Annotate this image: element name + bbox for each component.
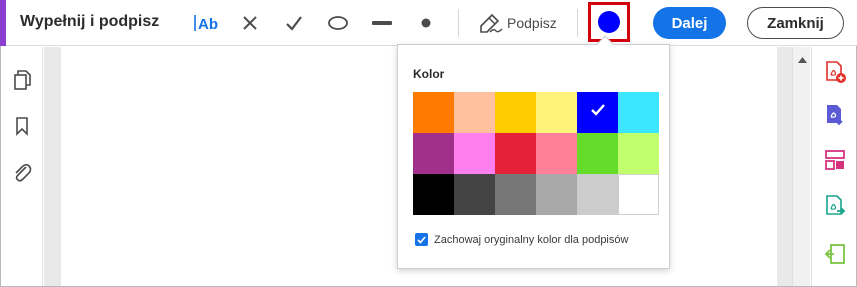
color-swatch[interactable] — [495, 92, 536, 133]
pen-signature-icon — [478, 12, 504, 34]
keep-original-color-label: Zachowaj oryginalny kolor dla podpisów — [434, 233, 629, 246]
toolbar-accent-bar — [0, 0, 6, 46]
sign-button-label: Podpisz — [507, 15, 557, 31]
color-picker-popup: Kolor Zachowaj oryginalny kolor dla podp… — [397, 35, 670, 269]
text-field-icon: Ab — [192, 12, 222, 34]
color-swatch[interactable] — [618, 92, 659, 133]
ellipse-icon — [327, 15, 349, 31]
color-swatch[interactable] — [454, 92, 495, 133]
selected-color-swatch — [598, 11, 620, 33]
organize-pages-icon[interactable] — [822, 147, 848, 173]
fill-sign-toolbar: Wypełnij i podpisz Ab Podpisz Dalej Zamk… — [0, 0, 857, 46]
svg-text:Ab: Ab — [198, 16, 218, 33]
color-swatch[interactable] — [577, 174, 618, 215]
page-thumbnails-icon[interactable] — [11, 69, 33, 91]
toolbar-separator — [458, 9, 459, 37]
dot-tool[interactable] — [414, 8, 438, 38]
vertical-scrollbar[interactable] — [792, 47, 810, 286]
keep-original-color-option[interactable]: Zachowaj oryginalny kolor dla podpisów — [415, 233, 628, 246]
color-swatch-grid — [413, 92, 659, 215]
color-swatch[interactable] — [454, 133, 495, 174]
attachment-icon[interactable] — [11, 161, 33, 183]
toolbar-title: Wypełnij i podpisz — [20, 13, 160, 30]
add-text-tool[interactable]: Ab — [190, 8, 224, 38]
cross-icon — [242, 15, 258, 31]
left-navigation-rail — [1, 47, 43, 286]
color-heading: Kolor — [413, 67, 445, 81]
create-pdf-icon[interactable] — [822, 59, 848, 85]
ellipse-tool[interactable] — [323, 8, 353, 38]
bookmark-icon[interactable] — [11, 115, 33, 137]
right-tools-rail — [811, 47, 856, 286]
line-tool[interactable] — [367, 8, 397, 38]
selected-check-icon — [590, 103, 606, 122]
export-pdf-icon[interactable] — [822, 102, 848, 128]
toolbar-separator — [577, 9, 578, 37]
send-for-review-icon[interactable] — [822, 193, 848, 219]
color-swatch[interactable] — [618, 133, 659, 174]
scroll-up-arrow-icon[interactable] — [793, 53, 811, 67]
next-button[interactable]: Dalej — [653, 7, 726, 39]
line-icon — [371, 18, 393, 28]
checkmark-icon — [285, 15, 303, 31]
checkmark-tool[interactable] — [280, 8, 308, 38]
color-swatch[interactable] — [536, 133, 577, 174]
color-swatch[interactable] — [536, 174, 577, 215]
cross-mark-tool[interactable] — [237, 8, 263, 38]
color-swatch[interactable] — [454, 174, 495, 215]
sign-button[interactable]: Podpisz — [478, 8, 558, 38]
keep-original-color-checkbox[interactable] — [415, 233, 428, 246]
color-swatch[interactable] — [577, 92, 618, 133]
dot-icon — [420, 17, 432, 29]
compress-pdf-icon[interactable] — [822, 241, 848, 267]
close-button[interactable]: Zamknij — [747, 7, 844, 39]
color-swatch[interactable] — [536, 92, 577, 133]
color-swatch[interactable] — [413, 133, 454, 174]
color-swatch[interactable] — [495, 174, 536, 215]
color-swatch[interactable] — [495, 133, 536, 174]
color-swatch[interactable] — [577, 133, 618, 174]
color-swatch[interactable] — [413, 92, 454, 133]
color-picker-button[interactable] — [588, 2, 630, 42]
color-swatch[interactable] — [618, 174, 659, 215]
color-swatch[interactable] — [413, 174, 454, 215]
